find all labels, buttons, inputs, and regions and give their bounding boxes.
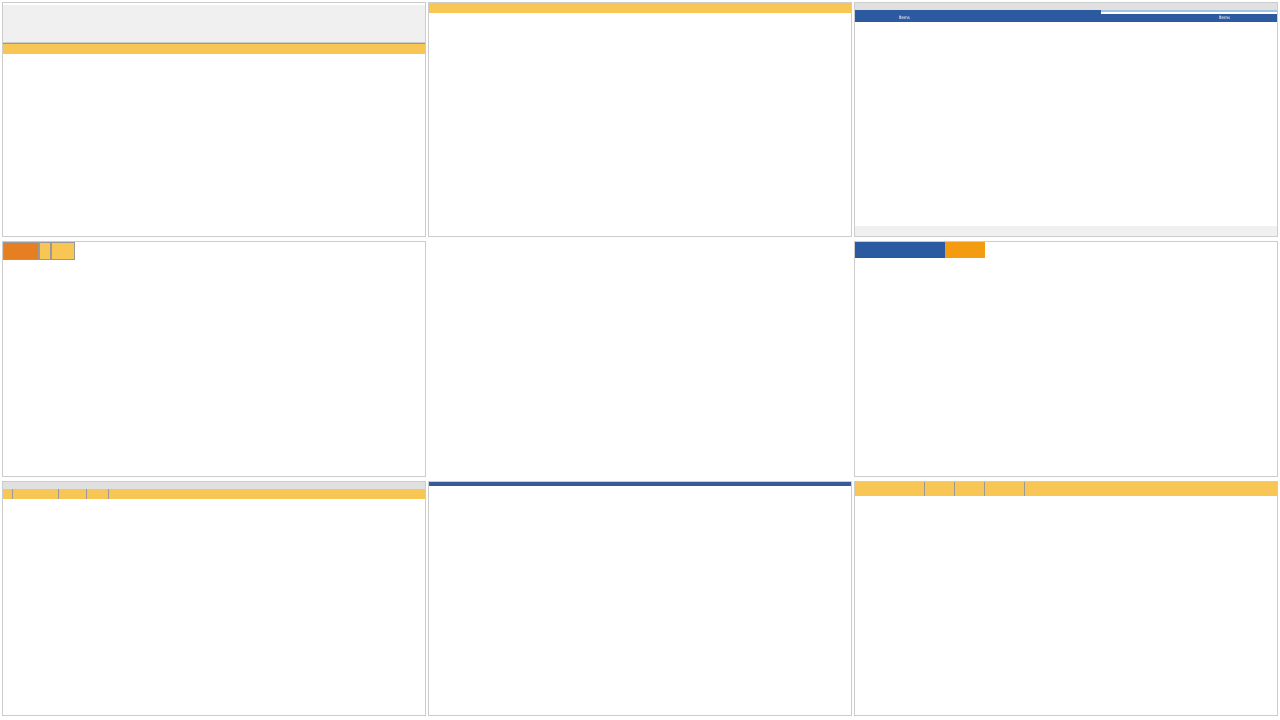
thumb-agile-sprint: Items Items [854,2,1278,239]
thumb-advanced-resource [2,481,426,718]
thumb-capacity-planner [854,241,1278,478]
center-promo [428,241,852,478]
header-capacity [945,242,985,258]
thumb-team-resource [2,241,426,478]
thumb-project-resource [854,481,1278,718]
excel-ribbon [3,3,425,43]
thumb-resource-matrix [428,2,852,239]
sheet-tabs[interactable] [855,226,1277,236]
thumb-monthly-task [428,481,852,718]
header-resource-type [855,242,945,258]
thumb-simple-resource-plan [2,2,426,239]
